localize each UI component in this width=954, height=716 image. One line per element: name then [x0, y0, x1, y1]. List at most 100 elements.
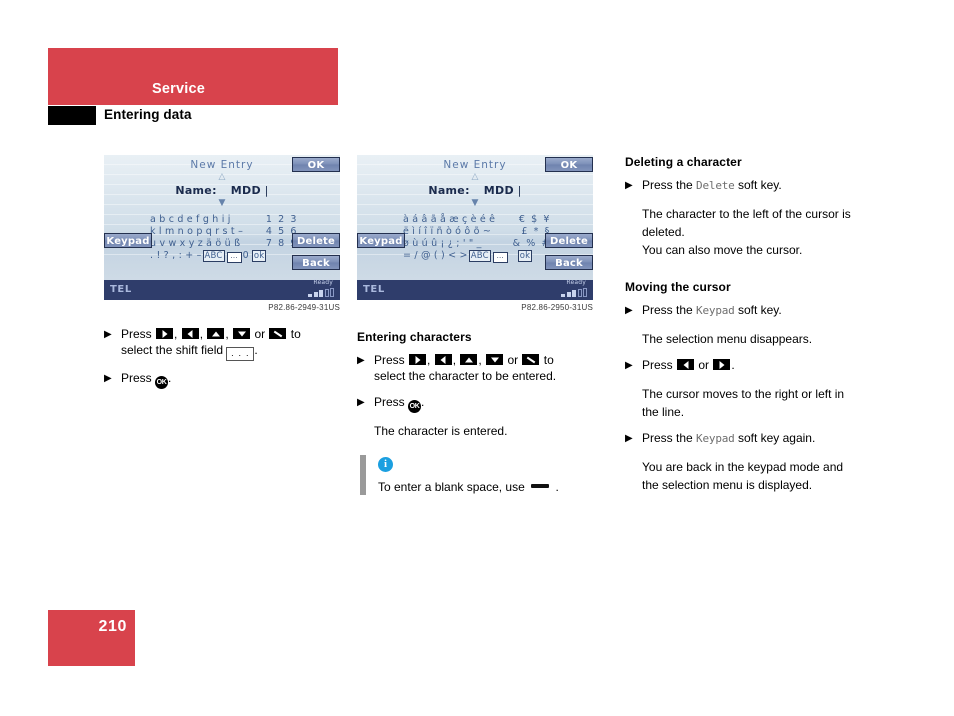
step-text: Press the Delete soft key. — [642, 177, 865, 194]
list-item: ▶ Press OK. — [357, 394, 593, 413]
key-down-icon — [233, 328, 251, 339]
note-text-post: . — [555, 480, 559, 494]
bullet-arrow-icon: ▶ — [104, 373, 112, 384]
to-label: to — [543, 353, 554, 367]
key-right-icon — [156, 328, 174, 339]
softkey-back[interactable]: Back — [292, 255, 340, 270]
subheading-moving-the-cursor: Moving the cursor — [625, 280, 731, 294]
or-label: or — [698, 358, 710, 372]
abc-shift-key[interactable]: ABC — [202, 250, 225, 262]
sep: , — [427, 353, 431, 367]
scroll-down-arrow-icon: ▼ — [471, 198, 479, 208]
softkey-keypad[interactable]: Keypad — [357, 233, 405, 248]
softkey-delete[interactable]: Delete — [292, 233, 340, 248]
shift-field-key[interactable]: ... — [492, 251, 508, 263]
char-row-digits[interactable]: 1 2 3 — [246, 214, 298, 226]
scroll-up-arrow-icon: △ — [218, 172, 226, 182]
sep: , — [478, 353, 482, 367]
softkey-back[interactable]: Back — [545, 255, 593, 270]
list-item: ▶ Press or . — [625, 357, 865, 374]
name-field-value: MDD — [230, 184, 261, 197]
left-column: New Entry △ Name: MDD | ▼ a b c d e f g h… — [104, 155, 340, 394]
char-row-letters[interactable]: ø ù ú û ¡ ¿ ; ' " _ — [403, 238, 507, 250]
press-the-label: Press the — [642, 303, 693, 317]
text-cursor: | — [517, 184, 522, 197]
char-row-letters[interactable]: k l m n o p q r s t – — [150, 226, 246, 238]
note-text: To enter a blank space, use . — [378, 479, 559, 495]
page-number: 210 — [98, 618, 127, 635]
shift-field-key[interactable]: ... — [226, 251, 242, 263]
list-item: ▶ Press the Delete soft key. — [625, 177, 865, 194]
name-field-label: Name: — [175, 184, 217, 197]
char-row-digits[interactable]: 4 5 6 — [246, 226, 298, 238]
char-row[interactable]: ø ù ú û ¡ ¿ ; ' " _ & % # — [403, 238, 551, 250]
scroll-down-arrow-icon: ▼ — [218, 198, 226, 208]
softkey-name-keypad: Keypad — [696, 432, 735, 445]
softkey-ok[interactable]: OK — [545, 157, 593, 172]
device-screen-keypad-latin: New Entry △ Name: MDD | ▼ a b c d e f g h… — [104, 155, 340, 300]
note-text-pre: To enter a blank space, use — [378, 480, 525, 494]
char-row[interactable]: k l m n o p q r s t –4 5 6 — [150, 226, 298, 238]
result-text: You can also move the cursor. — [642, 243, 803, 257]
sep: , — [174, 327, 178, 341]
char-row[interactable]: à á â ã å æ ç è é ê € $ ¥ — [403, 214, 551, 226]
key-diagonal-icon — [522, 354, 540, 365]
char-row-letters[interactable]: à á â ã å æ ç è é ê — [403, 214, 507, 226]
status-mode-label: TEL — [363, 284, 385, 295]
ok-button-icon: OK — [408, 400, 422, 413]
shift-field-glyph: . . . — [226, 347, 255, 361]
zero-key[interactable]: 0 — [243, 250, 249, 262]
screen-status-bar: TEL Ready — [104, 279, 340, 300]
result-text: the line. — [642, 405, 685, 419]
softkey-keypad[interactable]: Keypad — [104, 233, 152, 248]
char-row-letters[interactable]: a b c d e f g h i j — [150, 214, 246, 226]
key-right-icon — [713, 359, 731, 370]
result-text: The character is entered. — [374, 424, 508, 438]
subheading-entering-characters: Entering characters — [357, 330, 472, 344]
sep: , — [225, 327, 229, 341]
char-row-symbols[interactable]: € $ ¥ — [507, 214, 551, 226]
key-up-icon — [207, 328, 225, 339]
period: . — [421, 395, 425, 409]
ok-inline-key[interactable]: ok — [251, 250, 267, 262]
symbol-prefix[interactable]: . ! ? , : + – — [150, 250, 202, 262]
press-label: Press — [642, 358, 673, 372]
step-text: Press , , , or to select the shift field… — [121, 326, 340, 361]
step-text: Press or . — [642, 357, 865, 374]
char-row[interactable]: u v w x y z ä ö ü ß7 8 9 — [150, 238, 298, 250]
symbol-prefix[interactable]: = / @ ( ) < > — [403, 250, 468, 262]
note-content: i To enter a blank space, use . — [378, 455, 559, 495]
list-item: ▶ Press the Keypad soft key again. — [625, 430, 865, 447]
status-mode-label: TEL — [110, 284, 132, 295]
char-row-letters[interactable]: u v w x y z ä ö ü ß — [150, 238, 246, 250]
section-marker-box — [48, 106, 96, 125]
key-down-icon — [486, 354, 504, 365]
abc-shift-key[interactable]: ABC — [468, 250, 491, 262]
char-row-letters[interactable]: ë ì í î ï ñ ò ó ô õ ~ — [403, 226, 507, 238]
chapter-header-band: Service — [48, 48, 338, 105]
bullet-arrow-icon: ▶ — [625, 433, 633, 444]
right-column: Deleting a character ▶ Press the Delete … — [625, 155, 865, 502]
softkey-delete[interactable]: Delete — [545, 233, 593, 248]
press-the-label: Press the — [642, 431, 693, 445]
char-row-digits[interactable]: 7 8 9 — [246, 238, 298, 250]
text-cursor: | — [264, 184, 269, 197]
status-ready-label: Ready — [566, 279, 586, 286]
step-line2: select the character to be entered. — [374, 369, 557, 383]
screen-status-bar: TEL Ready — [357, 279, 593, 300]
char-row-symbols[interactable]: = / @ ( ) < > ABC ... ok — [403, 250, 551, 263]
ok-inline-key[interactable]: ok — [517, 250, 533, 262]
result-text: The cursor moves to the right or left in — [642, 387, 845, 401]
press-label: Press — [121, 327, 152, 341]
middle-column: New Entry △ Name: MDD | ▼ à á â ã å æ ç è… — [357, 155, 593, 495]
signal-strength-icon — [308, 288, 334, 297]
char-row[interactable]: a b c d e f g h i j1 2 3 — [150, 214, 298, 226]
softkey-ok[interactable]: OK — [292, 157, 340, 172]
name-field-value: MDD — [483, 184, 514, 197]
bullet-arrow-icon: ▶ — [357, 397, 365, 408]
info-icon: i — [378, 457, 393, 472]
char-row[interactable]: ë ì í î ï ñ ò ó ô õ ~ £ * § — [403, 226, 551, 238]
char-row-symbols[interactable]: . ! ? , : + – ABC ... 0 ok — [150, 250, 298, 263]
key-left-icon — [181, 328, 199, 339]
page-number-band: 210 — [48, 610, 135, 666]
